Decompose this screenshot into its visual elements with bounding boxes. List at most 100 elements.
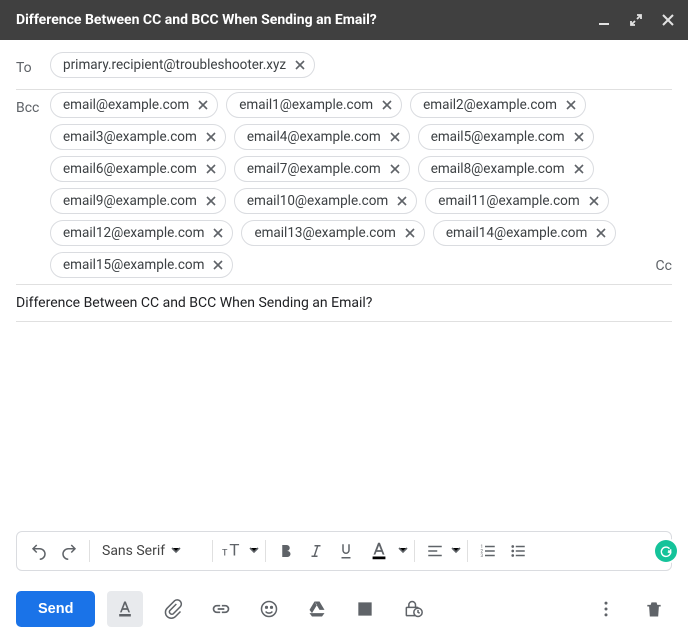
recipient-chip[interactable]: primary.recipient@troubleshooter.xyz — [50, 52, 315, 78]
more-options-button[interactable] — [588, 591, 624, 627]
remove-chip-icon[interactable] — [195, 97, 211, 113]
italic-button[interactable] — [302, 537, 330, 565]
recipient-email: email4@example.com — [247, 129, 381, 145]
remove-chip-icon[interactable] — [571, 161, 587, 177]
recipient-chip[interactable]: email4@example.com — [234, 124, 410, 150]
remove-chip-icon[interactable] — [210, 225, 226, 241]
recipient-chip[interactable]: email@example.com — [50, 92, 218, 118]
insert-link-button[interactable] — [203, 591, 239, 627]
underline-button[interactable] — [332, 537, 360, 565]
align-button[interactable] — [421, 537, 449, 565]
to-chip-list: primary.recipient@troubleshooter.xyz — [50, 52, 672, 78]
to-label: To — [16, 52, 50, 76]
bcc-label: Bcc — [16, 92, 50, 116]
recipient-email: primary.recipient@troubleshooter.xyz — [63, 57, 286, 73]
bcc-chip-list: email@example.com email1@example.com email… — [50, 92, 648, 278]
cc-toggle[interactable]: Cc — [648, 252, 672, 274]
insert-emoji-button[interactable] — [251, 591, 287, 627]
remove-chip-icon[interactable] — [210, 257, 226, 273]
recipient-email: email1@example.com — [239, 97, 373, 113]
font-size-button[interactable]: тT — [219, 537, 247, 565]
svg-text:T: T — [229, 542, 239, 560]
to-field[interactable]: To primary.recipient@troubleshooter.xyz — [16, 50, 672, 90]
compose-body: To primary.recipient@troubleshooter.xyz … — [0, 40, 688, 581]
recipient-chip[interactable]: email13@example.com — [241, 220, 424, 246]
subject-field[interactable]: Difference Between CC and BCC When Sendi… — [16, 285, 672, 322]
remove-chip-icon[interactable] — [379, 97, 395, 113]
chevron-down-icon — [171, 543, 181, 559]
font-family-select[interactable]: Sans Serif — [96, 543, 206, 559]
window-title: Difference Between CC and BCC When Sendi… — [16, 12, 596, 28]
numbered-list-button[interactable]: 123 — [474, 537, 502, 565]
remove-chip-icon[interactable] — [387, 129, 403, 145]
titlebar: Difference Between CC and BCC When Sendi… — [0, 0, 688, 40]
recipient-email: email5@example.com — [431, 129, 565, 145]
recipient-chip[interactable]: email11@example.com — [425, 188, 608, 214]
redo-button[interactable] — [55, 537, 83, 565]
bulleted-list-button[interactable] — [504, 537, 532, 565]
recipient-email: email11@example.com — [438, 193, 579, 209]
svg-text:3: 3 — [481, 553, 484, 559]
recipient-email: email@example.com — [63, 97, 189, 113]
recipient-chip[interactable]: email1@example.com — [226, 92, 402, 118]
recipient-email: email12@example.com — [63, 225, 204, 241]
remove-chip-icon[interactable] — [402, 225, 418, 241]
recipient-chip[interactable]: email5@example.com — [418, 124, 594, 150]
recipient-email: email7@example.com — [247, 161, 381, 177]
message-body[interactable] — [16, 322, 672, 531]
remove-chip-icon[interactable] — [571, 129, 587, 145]
recipient-chip[interactable]: email8@example.com — [418, 156, 594, 182]
recipient-chip[interactable]: email10@example.com — [234, 188, 417, 214]
send-button[interactable]: Send — [16, 591, 95, 627]
recipient-email: email13@example.com — [254, 225, 395, 241]
recipient-chip[interactable]: email6@example.com — [50, 156, 226, 182]
recipient-email: email2@example.com — [423, 97, 557, 113]
recipient-email: email10@example.com — [247, 193, 388, 209]
expand-icon[interactable] — [628, 12, 644, 28]
recipient-email: email9@example.com — [63, 193, 197, 209]
remove-chip-icon[interactable] — [203, 129, 219, 145]
remove-chip-icon[interactable] — [586, 193, 602, 209]
formatting-toolbar: Sans Serif тT — [16, 531, 672, 571]
recipient-chip[interactable]: email15@example.com — [50, 252, 233, 278]
undo-button[interactable] — [25, 537, 53, 565]
recipient-chip[interactable]: email9@example.com — [50, 188, 226, 214]
formatting-toggle-button[interactable] — [107, 591, 143, 627]
bold-button[interactable] — [272, 537, 300, 565]
chevron-down-icon[interactable] — [249, 543, 259, 559]
svg-text:т: т — [222, 545, 228, 559]
remove-chip-icon[interactable] — [593, 225, 609, 241]
recipient-email: email14@example.com — [446, 225, 587, 241]
recipient-email: email15@example.com — [63, 257, 204, 273]
remove-chip-icon[interactable] — [203, 193, 219, 209]
remove-chip-icon[interactable] — [203, 161, 219, 177]
insert-photo-button[interactable] — [347, 591, 383, 627]
recipient-email: email6@example.com — [63, 161, 197, 177]
close-icon[interactable] — [660, 12, 676, 28]
recipient-chip[interactable]: email12@example.com — [50, 220, 233, 246]
insert-drive-button[interactable] — [299, 591, 335, 627]
bcc-field[interactable]: Bcc email@example.comemail1@example.come… — [16, 90, 672, 285]
recipient-chip[interactable]: email7@example.com — [234, 156, 410, 182]
chevron-down-icon[interactable] — [451, 543, 461, 559]
window-controls — [596, 12, 676, 28]
discard-draft-button[interactable] — [636, 591, 672, 627]
compose-window: Difference Between CC and BCC When Sendi… — [0, 0, 688, 637]
chevron-down-icon[interactable] — [398, 543, 408, 559]
send-row: Send — [0, 581, 688, 637]
remove-chip-icon[interactable] — [387, 161, 403, 177]
attach-file-button[interactable] — [155, 591, 191, 627]
grammarly-icon[interactable] — [655, 540, 677, 562]
font-family-label: Sans Serif — [102, 543, 165, 559]
remove-chip-icon[interactable] — [292, 57, 308, 73]
recipient-chip[interactable]: email14@example.com — [433, 220, 616, 246]
minimize-icon[interactable] — [596, 12, 612, 28]
recipient-chip[interactable]: email2@example.com — [410, 92, 586, 118]
recipient-email: email8@example.com — [431, 161, 565, 177]
confidential-mode-button[interactable] — [395, 591, 431, 627]
recipient-email: email3@example.com — [63, 129, 197, 145]
text-color-button[interactable] — [362, 537, 396, 565]
recipient-chip[interactable]: email3@example.com — [50, 124, 226, 150]
remove-chip-icon[interactable] — [394, 193, 410, 209]
remove-chip-icon[interactable] — [563, 97, 579, 113]
